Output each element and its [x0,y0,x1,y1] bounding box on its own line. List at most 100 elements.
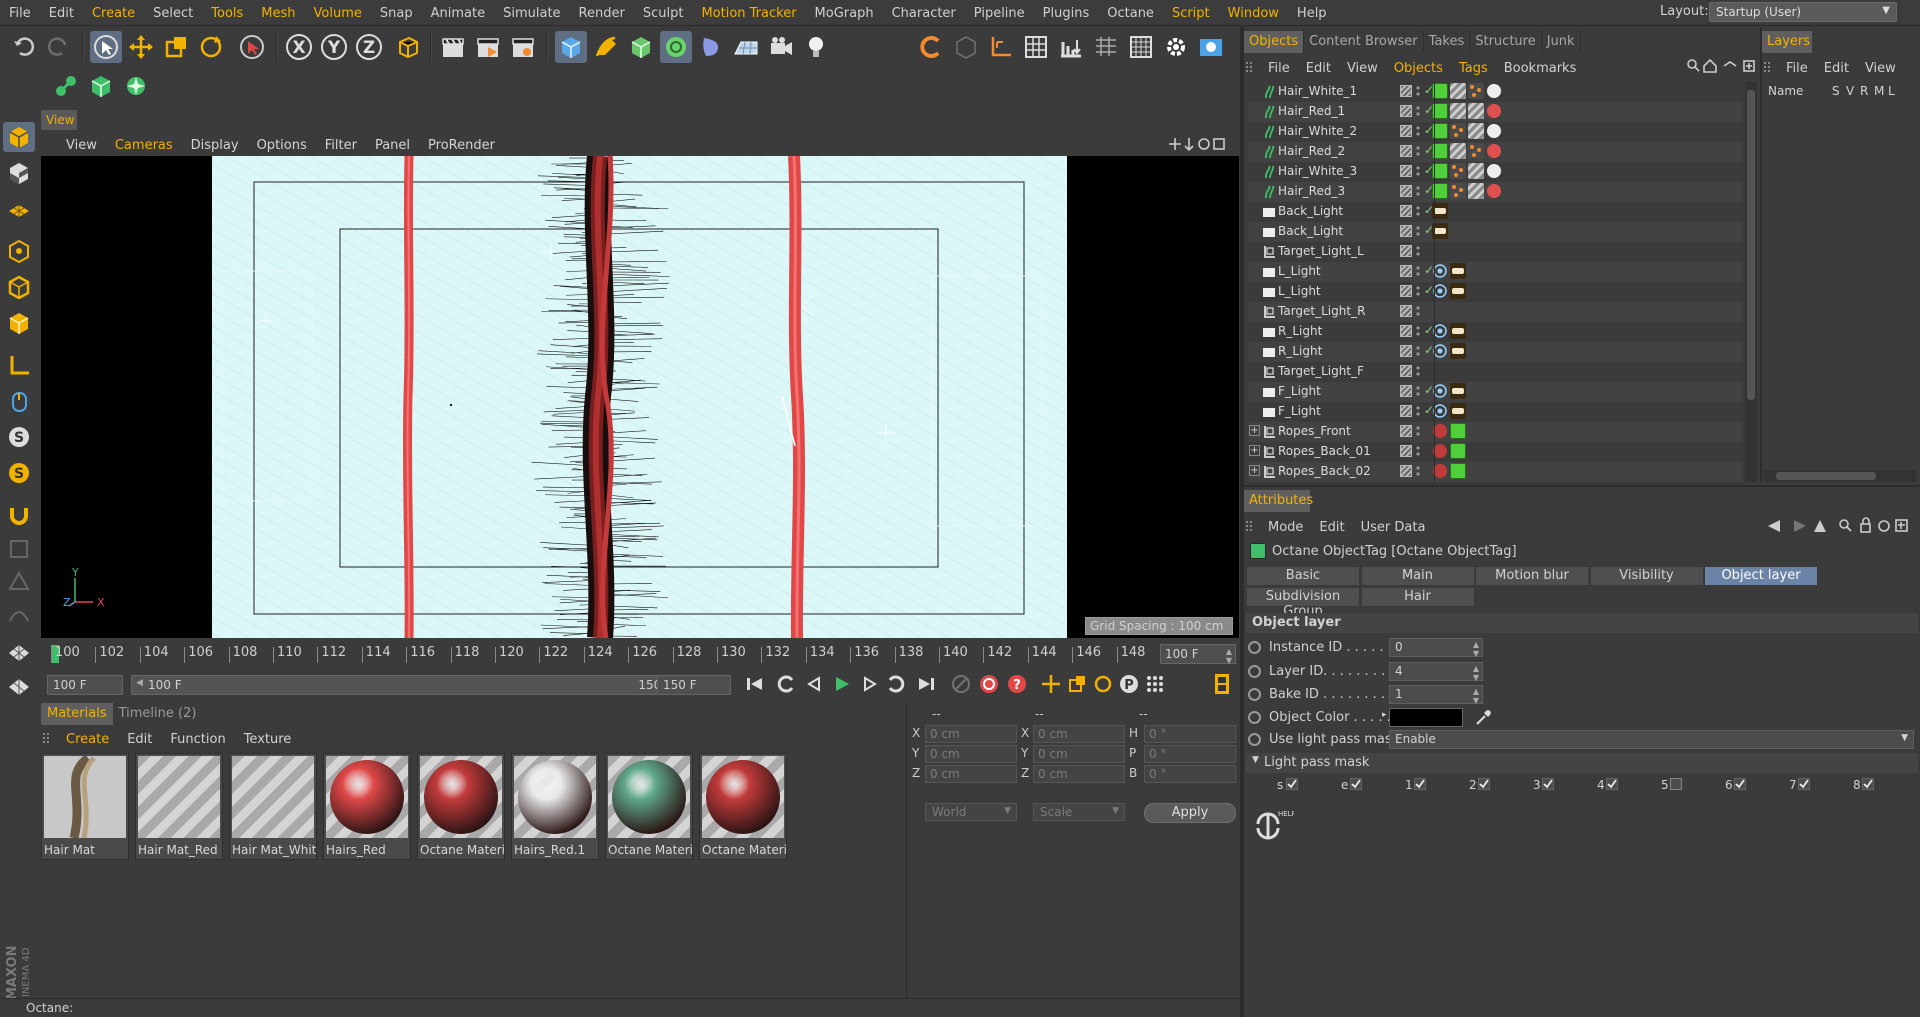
menu-help[interactable]: Help [1288,6,1336,21]
render-settings-button[interactable] [507,31,539,63]
object-name[interactable]: Hair_Red_2 [1278,144,1345,158]
menu-volume[interactable]: Volume [305,6,371,21]
material-tag-icon[interactable] [1468,163,1484,179]
menu-window[interactable]: Window [1219,6,1288,21]
object-row[interactable]: Hair_Red_3 ✓ [1248,182,1742,202]
layers-column-s[interactable]: S [1832,84,1840,98]
materials-menu-create[interactable]: Create [57,732,118,747]
object-row[interactable]: + Ropes_Back_02 [1248,462,1742,482]
octane-light-tag-icon[interactable] [1450,283,1466,299]
object-row[interactable]: Target_Light_R [1248,302,1742,322]
attr-tab-subdivision-group[interactable]: Subdivision Group [1246,587,1360,619]
hair-tag-icon[interactable] [1450,183,1466,199]
autokey-button[interactable] [976,671,1002,697]
play-button[interactable] [829,671,855,697]
octane-live-viewer-button[interactable] [915,31,947,63]
red-material-tag-icon[interactable] [1486,143,1502,159]
object-manager-nav-icons[interactable] [1686,58,1758,74]
point-level-key-button[interactable] [1142,671,1168,697]
visibility-dots-icon[interactable] [1415,164,1421,178]
expand-icon[interactable]: + [1249,425,1260,436]
checkbox-checked-icon[interactable] [1734,778,1746,790]
attr-tab-motion-blur[interactable]: Motion blur [1475,566,1589,586]
move-tool-button[interactable] [125,31,157,63]
spinner-icon[interactable]: ▲ ▼ [1473,664,1479,682]
visibility-dots-icon[interactable] [1415,144,1421,158]
visibility-dots-icon[interactable] [1415,464,1421,478]
attr-field-input[interactable]: 1 ▲ ▼ [1389,685,1483,705]
visibility-dots-icon[interactable] [1415,224,1421,238]
coordinate-system-button[interactable] [392,31,424,63]
material-swatch[interactable]: Hairs_Red.1 [511,753,599,860]
object-name[interactable]: Target_Light_F [1278,364,1364,378]
expand-arrow-icon[interactable]: ▸ [1382,710,1387,720]
render-to-picture-viewer-button[interactable] [472,31,504,63]
object-row[interactable]: L_Light ✓ [1248,262,1742,282]
spinner-icon[interactable]: ▲ ▼ [1473,640,1479,658]
scale-tool-button[interactable] [160,31,192,63]
layers-column-m[interactable]: M [1874,84,1884,98]
cloner-button[interactable] [660,31,692,63]
attr-tab-hair[interactable]: Hair [1360,587,1475,607]
frame-range-slider[interactable]: ◀ 100 F 150 F ▶ [131,675,691,695]
hair-tag-icon[interactable] [1450,163,1466,179]
rotation-key-button[interactable] [1090,671,1116,697]
snapping-button[interactable] [3,500,35,530]
coord-size-z-field[interactable]: 0 cm [1033,765,1125,783]
animate-radio[interactable] [1248,641,1261,654]
object-row[interactable]: F_Light ✓ [1248,402,1742,422]
attr-field-input[interactable]: 0 ▲ ▼ [1389,638,1483,658]
tab-timeline-2[interactable]: Timeline (2) [113,703,203,725]
attributes-nav-icons[interactable] [1766,517,1916,535]
end-frame-field[interactable]: 150 F [657,675,731,695]
materials-menu-edit[interactable]: Edit [118,732,161,747]
menu-render[interactable]: Render [570,6,634,21]
attributes-menu-mode[interactable]: Mode [1260,520,1311,535]
coord-rot-p-field[interactable]: 0 ° [1144,745,1236,763]
material-tag-icon[interactable] [1450,83,1466,99]
select-tool-button[interactable] [90,31,122,63]
checkbox-checked-icon[interactable] [1606,778,1618,790]
octane-object-tag-icon[interactable] [1450,463,1466,479]
record-button[interactable] [948,671,974,697]
visibility-dots-icon[interactable] [1415,244,1421,258]
object-name[interactable]: L_Light [1278,284,1321,298]
octane-object-tag-icon[interactable] [1450,423,1466,439]
octane-grid-2-button[interactable] [3,672,35,702]
menu-create[interactable]: Create [83,6,144,21]
octane-grid-button[interactable] [3,638,35,668]
layers-column-r[interactable]: R [1860,84,1868,98]
object-name[interactable]: Ropes_Front [1278,424,1351,438]
object-row[interactable]: L_Light ✓ [1248,282,1742,302]
layer-color-icon[interactable] [1400,185,1412,197]
material-swatch[interactable]: Hair Mat_Red [135,753,223,860]
next-key-button[interactable] [883,671,909,697]
rotate-tool-button[interactable] [195,31,227,63]
next-frame-button[interactable] [857,671,883,697]
octane-light-tag-icon[interactable] [1450,383,1466,399]
lock-button[interactable] [3,534,35,564]
layers-column-l[interactable]: L [1888,84,1895,98]
visibility-dots-icon[interactable] [1415,404,1421,418]
object-row[interactable]: + Ropes_Front [1248,422,1742,442]
layers-scrollbar[interactable] [1764,470,1916,482]
object-color-swatch[interactable] [1389,708,1463,727]
object-name[interactable]: F_Light [1278,404,1321,418]
coord-scale-dropdown[interactable]: Scale ▼ [1033,803,1125,821]
menu-character[interactable]: Character [883,6,965,21]
layers-menu-file[interactable]: File [1778,61,1816,76]
layer-color-icon[interactable] [1400,165,1412,177]
viewport-menu-prorender[interactable]: ProRender [419,138,504,153]
layer-color-icon[interactable] [1400,285,1412,297]
coord-mode-dropdown[interactable]: World ▼ [925,803,1017,821]
object-row[interactable]: Hair_White_1 ✓ [1248,82,1742,102]
visibility-dots-icon[interactable] [1415,364,1421,378]
light-button[interactable] [800,31,832,63]
visibility-dots-icon[interactable] [1415,204,1421,218]
layout-dropdown[interactable]: Startup (User) ▼ [1709,2,1897,22]
subdivision-button[interactable] [625,31,657,63]
checkbox-checked-icon[interactable] [1350,778,1362,790]
checkbox-checked-icon[interactable] [1542,778,1554,790]
object-row[interactable]: Back_Light ✓ [1248,202,1742,222]
layers-column-v[interactable]: V [1846,84,1854,98]
